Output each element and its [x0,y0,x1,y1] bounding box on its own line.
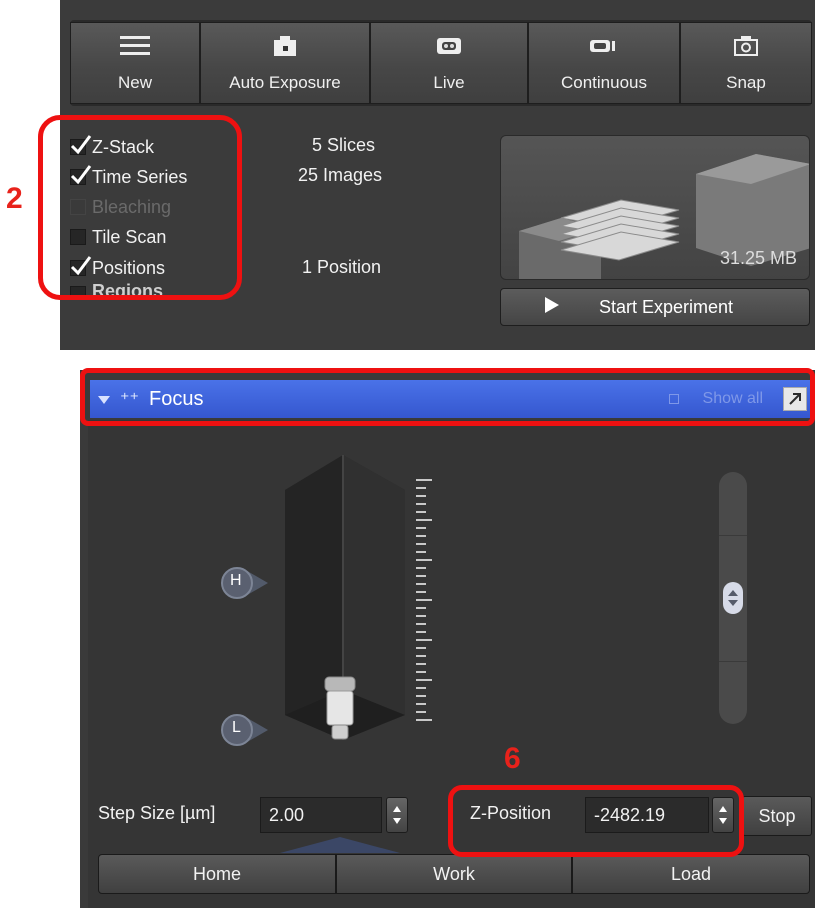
z-stack-slices-count: 5 Slices [312,135,376,155]
annotation-number-2: 2 [6,182,23,215]
low-limit-marker[interactable]: L [220,713,290,752]
snap-button[interactable]: Snap [680,22,812,104]
load-button[interactable]: Load [572,854,810,894]
work-button[interactable]: Work [336,854,572,894]
high-marker-label: H [230,572,242,589]
slider-thumb[interactable] [723,582,743,614]
experiment-size-preview: 31.25 MB [500,135,810,280]
step-size-input[interactable]: 2.00 [260,797,382,833]
new-button[interactable]: New [70,22,200,104]
stop-button-label: Stop [758,805,796,826]
play-icon [545,296,559,318]
snapshot-camera-icon [734,27,758,65]
auto-exposure-button[interactable]: Auto Exposure [200,22,370,104]
step-size-label: Step Size [µm] [98,803,216,823]
annotation-highlight-focus-header [80,368,815,426]
positions-count: 1 Position [302,257,382,277]
step-size-spinner[interactable] [386,797,408,833]
continuous-camera-icon [590,27,618,65]
camera-icon [274,27,296,65]
live-button[interactable]: Live [370,22,528,104]
objective-icon [324,676,356,740]
stop-button[interactable]: Stop [742,796,812,836]
menu-lines-icon [120,27,150,65]
annotation-highlight-6 [448,785,744,857]
high-limit-marker[interactable]: H [220,566,290,605]
low-marker-label: L [232,719,241,736]
focus-speed-slider[interactable] [719,472,747,724]
work-button-label: Work [433,863,475,884]
load-button-label: Load [670,863,712,884]
home-button[interactable]: Home [98,854,336,894]
start-experiment-label: Start Experiment [599,296,734,317]
focus-scale-ticks [416,479,432,721]
time-series-images-count: 25 Images [298,165,383,185]
video-camera-icon [437,27,461,65]
annotation-highlight-2 [38,115,242,300]
new-button-label: New [117,73,152,92]
live-button-label: Live [433,73,465,92]
continuous-button[interactable]: Continuous [528,22,680,104]
annotation-number-6: 6 [504,742,521,775]
start-experiment-button[interactable]: Start Experiment [500,288,810,326]
home-button-label: Home [192,863,241,884]
auto-exposure-button-label: Auto Exposure [229,73,341,92]
step-indicator-glow [280,837,400,853]
snap-button-label: Snap [726,73,766,92]
experiment-data-size: 31.25 MB [719,248,797,268]
continuous-button-label: Continuous [560,73,647,92]
